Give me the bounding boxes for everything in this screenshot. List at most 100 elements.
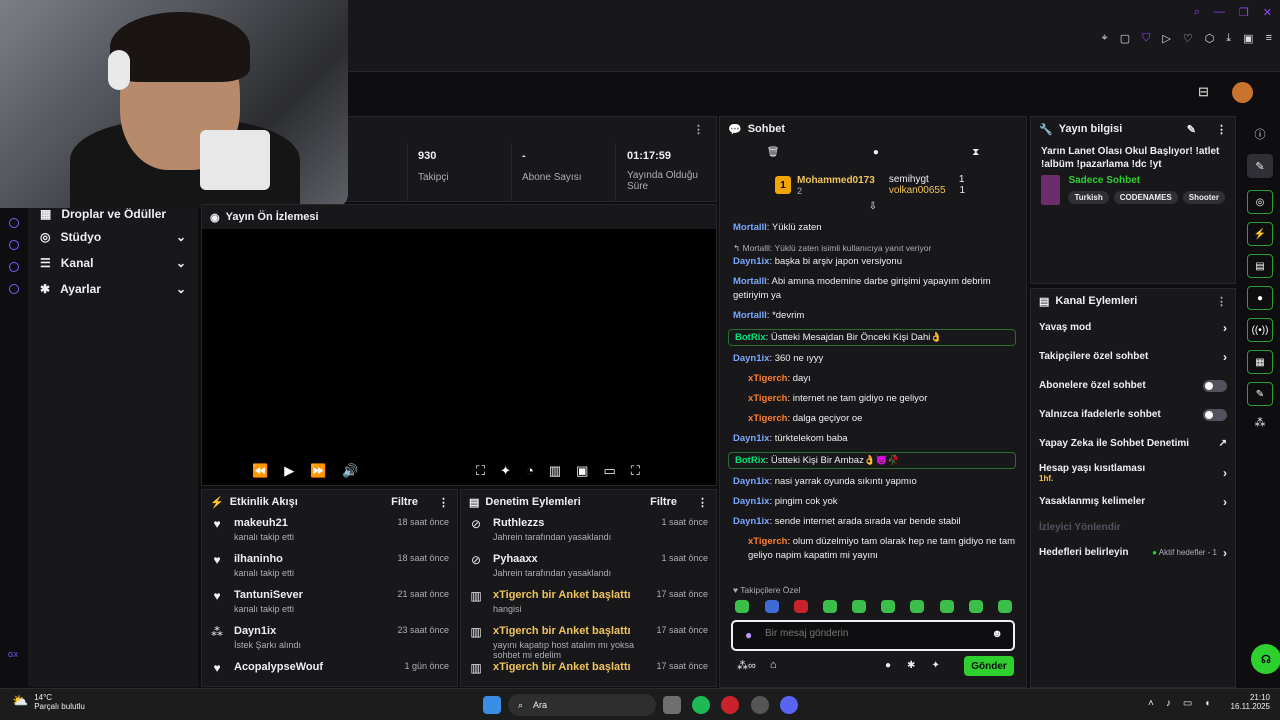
windows-start-icon[interactable] — [483, 696, 501, 714]
forward-icon[interactable]: ⏩ — [310, 463, 326, 479]
collapse-icon[interactable]: ⇩ — [720, 201, 1026, 219]
more-icon[interactable]: ⋮ — [438, 496, 449, 509]
chat-user[interactable]: Dayn1ix — [733, 256, 769, 267]
item-name[interactable]: ilhaninho — [234, 553, 387, 565]
stats-icon[interactable]: ▥ — [549, 463, 561, 479]
timer-icon[interactable]: ◔ — [526, 463, 534, 479]
leader-name[interactable]: semihygt — [889, 174, 929, 185]
mic-icon[interactable]: ♪ — [1166, 698, 1171, 709]
wrench-icon[interactable]: ✎ — [1247, 382, 1273, 406]
network-icon[interactable]: ▭ — [1183, 698, 1192, 709]
help-button[interactable]: ☊ — [1251, 644, 1280, 674]
volume-icon[interactable]: ◖ — [1204, 698, 1210, 709]
item-name[interactable]: TantuniSever — [234, 589, 387, 601]
filter-button[interactable]: Filtre — [650, 496, 677, 508]
extensions-icon[interactable]: ⁂ — [1240, 416, 1280, 429]
emote-icon[interactable] — [823, 600, 837, 613]
nav-studio[interactable]: ◎ Stüdyo ⌄ — [28, 224, 198, 250]
emote-icon[interactable] — [794, 600, 808, 613]
action-account-age[interactable]: Hesap yaşı kısıtlaması 1hf. › — [1031, 458, 1235, 487]
chat-user[interactable]: Mortalll — [742, 243, 769, 253]
info-icon[interactable]: ⓘ — [1240, 126, 1280, 142]
stats-more-icon[interactable]: ⋮ — [693, 123, 704, 136]
taskbar-search[interactable]: ⌕ Ara — [508, 694, 656, 716]
spotify-icon[interactable] — [692, 696, 710, 714]
item-name[interactable]: Dayn1ix — [234, 625, 387, 637]
edit-icon[interactable]: ✎ — [1187, 123, 1196, 136]
fullscreen-icon[interactable]: ⛶ — [631, 463, 640, 479]
emote-icon[interactable] — [940, 600, 954, 613]
stream-manager-icon[interactable]: ⊟ — [1198, 84, 1209, 100]
pin-icon[interactable]: ⌖ — [1101, 32, 1107, 45]
item-name[interactable]: xTigerch bir Anket başlattı — [493, 625, 646, 637]
action-slow-mode[interactable]: Yavaş mod › — [1031, 313, 1235, 342]
download-icon[interactable]: ⤓ — [1226, 32, 1231, 45]
crop-icon[interactable]: ⛶ — [476, 463, 485, 479]
more-icon[interactable]: ⋮ — [1216, 295, 1227, 308]
more-icon[interactable]: ⋮ — [697, 496, 708, 509]
rail-icon[interactable] — [9, 262, 19, 272]
chat-user[interactable]: Mortalll — [733, 310, 767, 321]
chat-user[interactable]: xTigerch — [748, 536, 787, 547]
emote-icon[interactable] — [910, 600, 924, 613]
broadcast-icon[interactable]: ((•)) — [1247, 318, 1273, 342]
weather-widget[interactable]: ⛅ 14°C Parçalı bulutlu — [12, 693, 85, 711]
puzzle-icon[interactable]: ⬡ — [1205, 32, 1215, 45]
item-name[interactable]: xTigerch bir Anket başlattı — [493, 661, 646, 673]
minimize-icon[interactable]: — — [1214, 6, 1225, 19]
emoji-icon[interactable]: ☻ — [991, 628, 1003, 640]
bubble-icon[interactable]: ● — [873, 147, 879, 158]
leader-name[interactable]: volkan00655 — [889, 185, 946, 196]
item-name[interactable]: AcopalypseWouf — [234, 661, 394, 673]
tag[interactable]: Turkish — [1068, 191, 1109, 204]
action-banned-words[interactable]: Yasaklanmış kelimeler › — [1031, 487, 1235, 516]
crop-icon[interactable]: ▢ — [1120, 32, 1130, 45]
sparkle-icon[interactable]: ✦ — [500, 463, 511, 479]
chat-user[interactable]: Dayn1ix — [733, 476, 769, 487]
store-icon[interactable]: ⌂ — [770, 659, 777, 672]
notes-icon[interactable]: ▤ — [1247, 254, 1273, 278]
camera-icon[interactable]: ▣ — [1243, 32, 1253, 45]
toggle-switch[interactable] — [1203, 379, 1227, 392]
item-name[interactable]: Pyhaaxx — [493, 553, 651, 565]
toggle-switch[interactable] — [1203, 408, 1227, 421]
item-name[interactable]: Ruthlezzs — [493, 517, 651, 529]
item-name[interactable]: makeuh21 — [234, 517, 387, 529]
chat-user[interactable]: xTigerch — [748, 393, 787, 404]
task-view-icon[interactable] — [663, 696, 681, 714]
item-name[interactable]: xTigerch bir Anket başlattı — [493, 589, 646, 601]
filter-button[interactable]: Filtre — [391, 496, 418, 508]
tag[interactable]: Shooter — [1182, 191, 1225, 204]
layout-icon[interactable]: ▦ — [1247, 350, 1273, 374]
action-ai-moderation[interactable]: Yapay Zeka ile Sohbet Denetimi ↗ — [1031, 429, 1235, 458]
edit-icon[interactable]: ✎ — [1247, 154, 1273, 178]
chat-input[interactable] — [765, 628, 975, 639]
play-icon[interactable]: ▷ — [1162, 32, 1170, 45]
chat-user[interactable]: Dayn1ix — [733, 433, 769, 444]
chat-bubble-icon[interactable]: ● — [885, 660, 891, 671]
emote-icon[interactable] — [998, 600, 1012, 613]
rail-icon[interactable] — [9, 284, 19, 294]
chat-user[interactable]: Dayn1ix — [733, 516, 769, 527]
steam-icon[interactable] — [751, 696, 769, 714]
rail-icon[interactable] — [9, 240, 19, 250]
mic-icon[interactable]: ● — [745, 628, 752, 642]
clock[interactable]: 21:10 16.11.2025 — [1231, 693, 1270, 711]
chat-user[interactable]: Dayn1ix — [733, 353, 769, 364]
more-icon[interactable]: ⋮ — [1216, 123, 1227, 136]
volume-icon[interactable]: 🔊 — [342, 463, 358, 479]
send-button[interactable]: Gönder — [964, 656, 1014, 676]
emote-icon[interactable] — [735, 600, 749, 613]
bolt-icon[interactable]: ⚡ — [1247, 222, 1273, 246]
chat-user[interactable]: BotRix — [735, 332, 766, 343]
action-followers-only[interactable]: Takipçilere özel sohbet › — [1031, 342, 1235, 371]
restore-icon[interactable]: ❐ — [1239, 6, 1249, 19]
emote-icon[interactable] — [881, 600, 895, 613]
chat-user[interactable]: BotRix — [735, 455, 766, 466]
tag[interactable]: CODENAMES — [1113, 191, 1178, 204]
discord-icon[interactable] — [780, 696, 798, 714]
chat-user[interactable]: Dayn1ix — [733, 496, 769, 507]
nav-channel[interactable]: ☰ Kanal ⌄ — [28, 250, 198, 276]
heart-icon[interactable]: ♡ — [1183, 32, 1193, 45]
emote-icon[interactable] — [969, 600, 983, 613]
